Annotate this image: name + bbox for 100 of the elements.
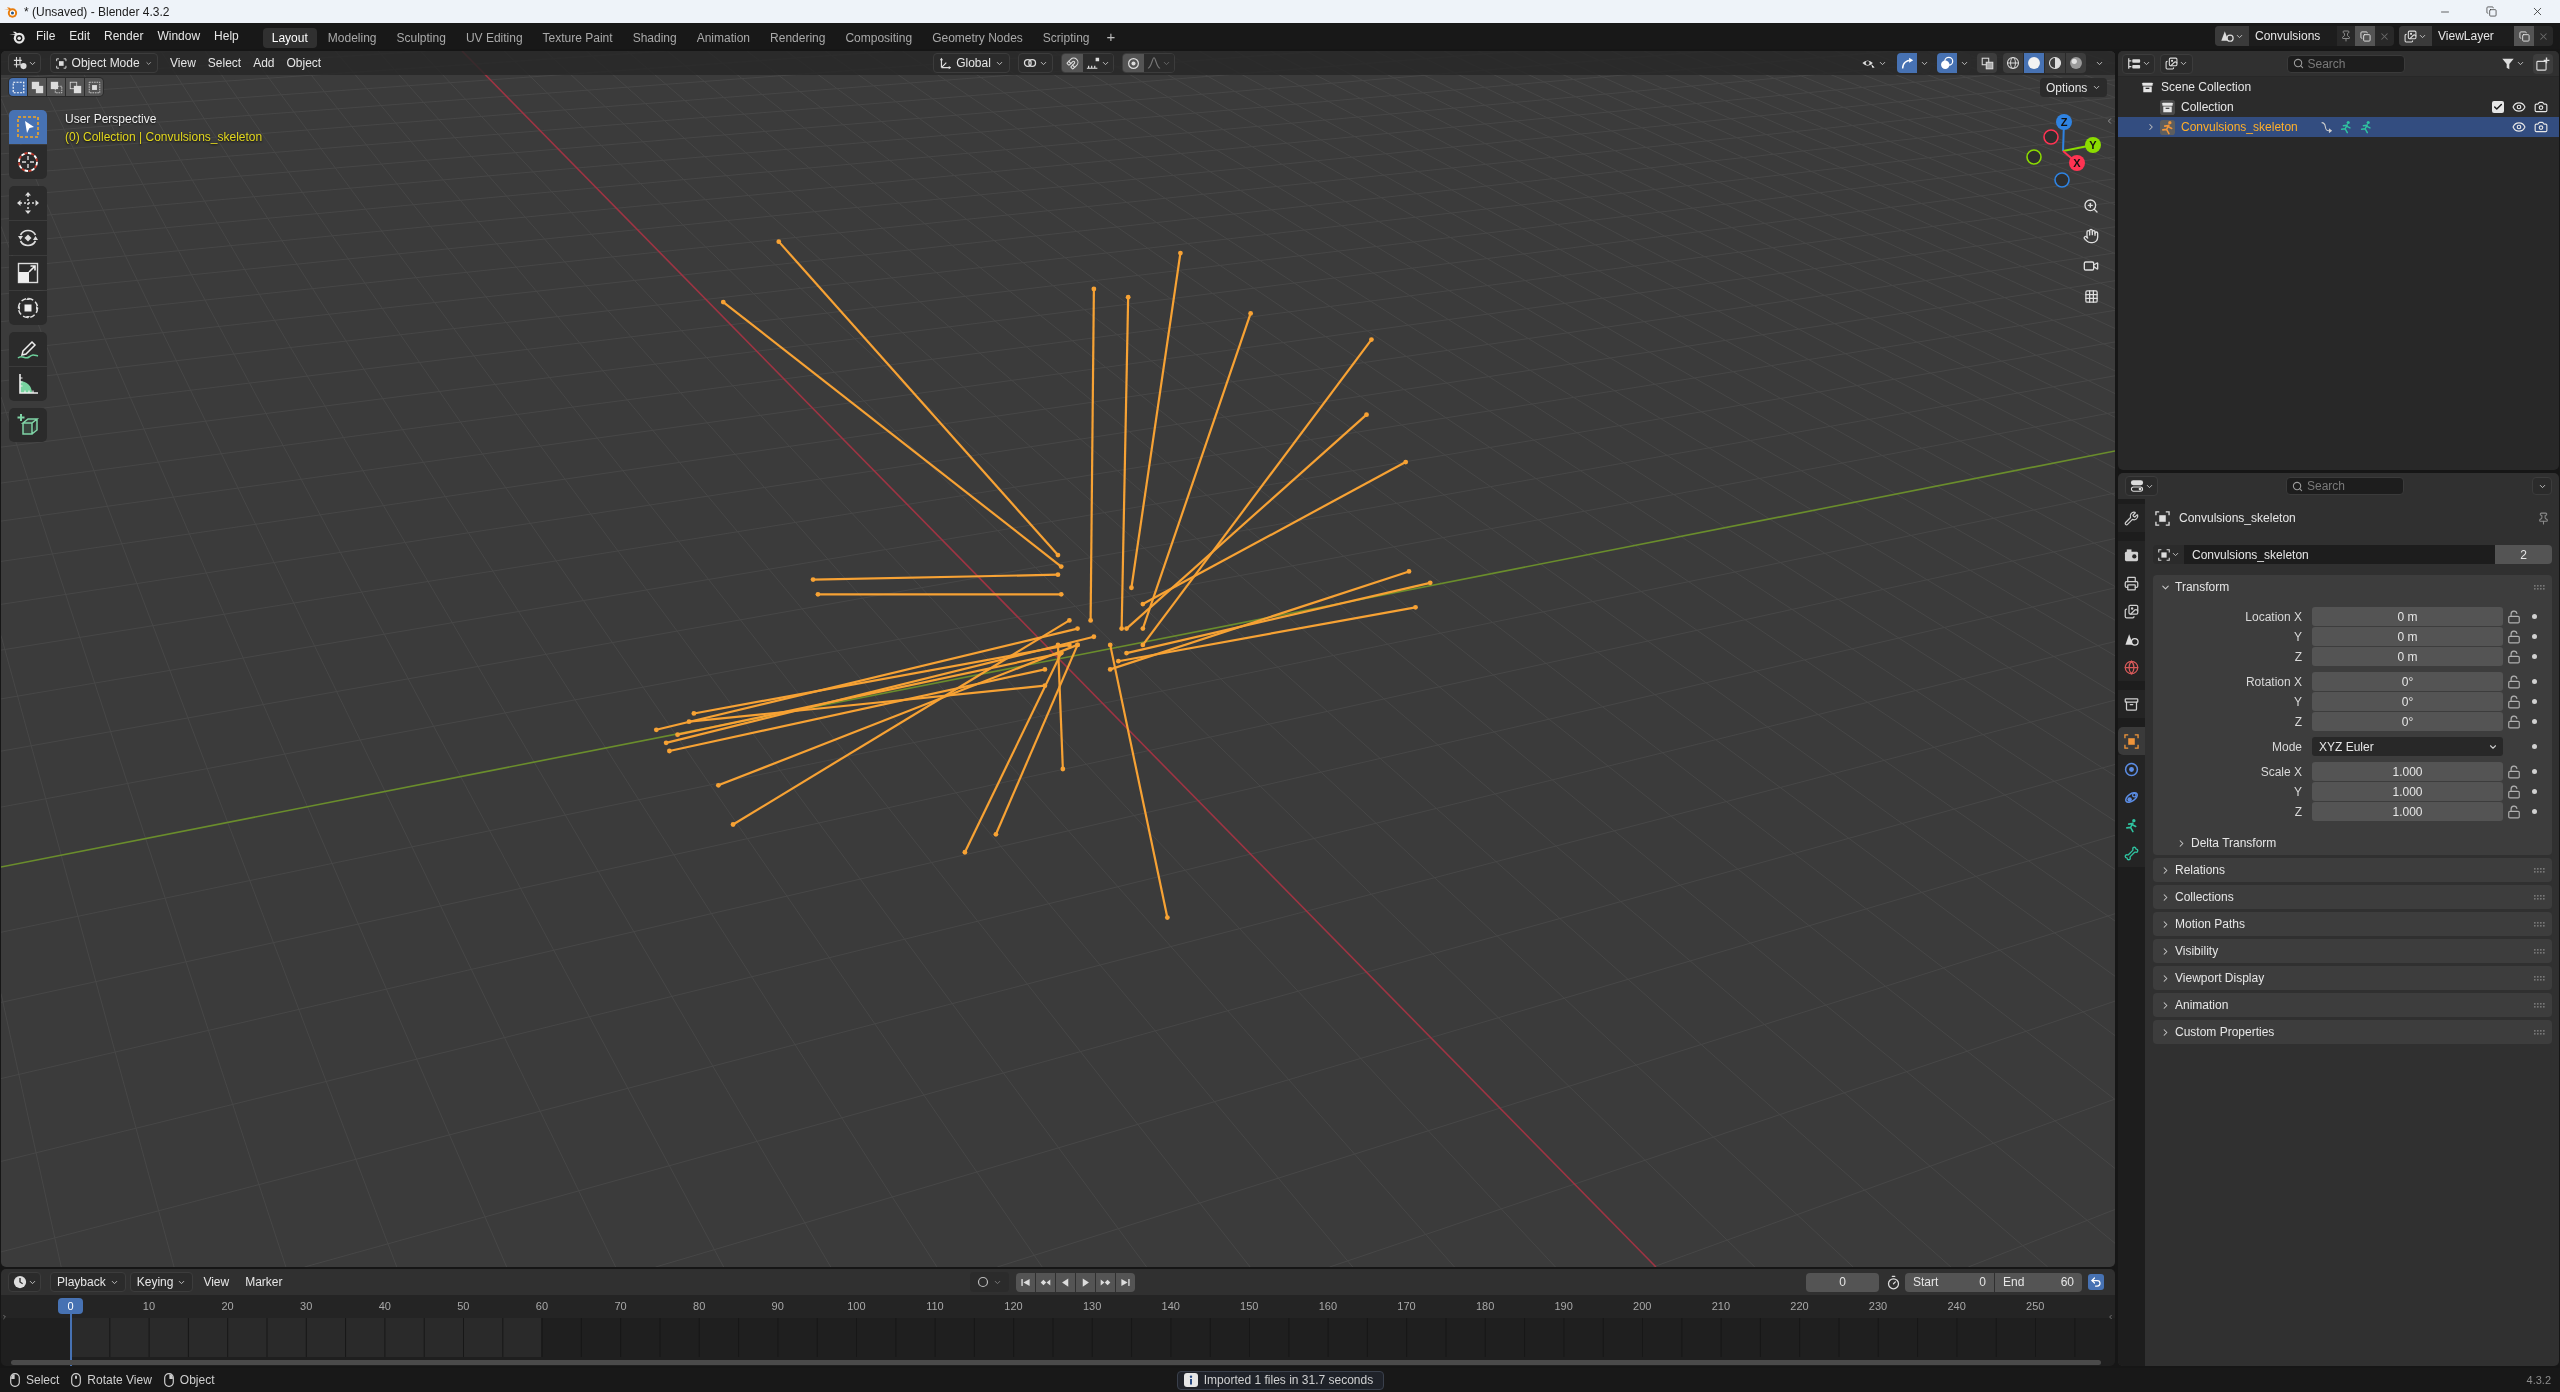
end-frame-field[interactable]: End 60 bbox=[1995, 1272, 2082, 1292]
search-field[interactable]: Search bbox=[2286, 54, 2405, 73]
search-field[interactable]: Search bbox=[2286, 477, 2404, 495]
properties-tab[interactable] bbox=[2118, 690, 2145, 718]
editor-type-button[interactable] bbox=[2122, 53, 2155, 74]
negative-axis-handle[interactable] bbox=[2026, 149, 2042, 165]
mode-dropdown[interactable]: Object Mode bbox=[50, 53, 158, 73]
workspace-tab[interactable]: Layout bbox=[262, 27, 317, 48]
dropdown-field[interactable]: XYZ Euler bbox=[2312, 737, 2503, 756]
datablock-name-field[interactable]: Convulsions_skeleton bbox=[2184, 545, 2495, 564]
next-keyframe-button[interactable] bbox=[1096, 1272, 1115, 1292]
tool-button[interactable] bbox=[9, 186, 47, 220]
view-layer-name-field[interactable]: ViewLayer bbox=[2432, 26, 2514, 46]
selection-mode-button[interactable] bbox=[66, 78, 84, 96]
auto-keying-button[interactable] bbox=[970, 1272, 1009, 1292]
panel-header[interactable]: Motion Paths bbox=[2153, 912, 2552, 936]
start-frame-field[interactable]: Start 0 bbox=[1905, 1272, 1994, 1292]
view-layer-selector-button[interactable] bbox=[2399, 26, 2432, 46]
grid-icon[interactable] bbox=[2083, 288, 2099, 304]
play-button[interactable] bbox=[1076, 1272, 1095, 1292]
camera-icon[interactable] bbox=[2534, 120, 2548, 134]
jump-to-end-button[interactable] bbox=[1116, 1272, 1135, 1292]
stopwatch-icon[interactable] bbox=[1886, 1274, 1901, 1290]
workspace-tab[interactable]: Compositing bbox=[836, 27, 922, 48]
tool-button[interactable] bbox=[9, 408, 47, 442]
current-frame-field[interactable]: 0 bbox=[1806, 1272, 1879, 1292]
dropdown-menu[interactable]: Playback bbox=[50, 1272, 126, 1292]
selection-mode-button[interactable] bbox=[28, 78, 46, 96]
xray-toggle[interactable] bbox=[1977, 53, 1997, 73]
workspace-tab[interactable]: Geometry Nodes bbox=[923, 27, 1032, 48]
shading-mode-button[interactable] bbox=[2045, 53, 2065, 73]
padlock-icon[interactable] bbox=[2507, 609, 2521, 624]
menu-item[interactable]: Add bbox=[247, 54, 281, 72]
toggle-button[interactable] bbox=[2088, 1274, 2104, 1290]
number-field[interactable]: 0° bbox=[2312, 672, 2503, 691]
add-workspace-button[interactable]: + bbox=[1106, 26, 1116, 49]
selection-mode-button[interactable] bbox=[85, 78, 103, 96]
menu-item[interactable]: Select bbox=[201, 54, 248, 72]
menu-item[interactable]: Edit bbox=[62, 27, 98, 45]
workspace-tab[interactable]: Modeling bbox=[318, 27, 386, 48]
panel-header[interactable]: Collections bbox=[2153, 885, 2552, 909]
padlock-icon[interactable] bbox=[2507, 714, 2521, 729]
properties-tab[interactable] bbox=[2118, 755, 2145, 783]
panel-header[interactable]: Viewport Display bbox=[2153, 966, 2552, 990]
overlays-toggle[interactable] bbox=[1937, 53, 1957, 73]
number-field[interactable]: 1.000 bbox=[2312, 802, 2503, 821]
pin-icon[interactable] bbox=[2537, 511, 2550, 525]
menu-item[interactable]: Render bbox=[97, 27, 151, 45]
menu-item[interactable]: File bbox=[29, 27, 63, 45]
tool-button[interactable] bbox=[9, 291, 47, 325]
padlock-icon[interactable] bbox=[2507, 674, 2521, 689]
shading-mode-button[interactable] bbox=[2024, 53, 2044, 73]
selection-mode-button[interactable] bbox=[9, 78, 27, 96]
properties-tab[interactable] bbox=[2118, 541, 2145, 569]
number-field[interactable]: 0 m bbox=[2312, 647, 2503, 666]
hand-icon[interactable] bbox=[2083, 228, 2099, 244]
number-field[interactable]: 0° bbox=[2312, 712, 2503, 731]
panel-header[interactable]: Relations bbox=[2153, 858, 2552, 882]
workspace-tab[interactable]: Animation bbox=[687, 27, 760, 48]
include-checkbox[interactable] bbox=[2492, 101, 2504, 113]
number-field[interactable]: 0 m bbox=[2312, 627, 2503, 646]
eye-icon[interactable] bbox=[2512, 120, 2526, 134]
padlock-icon[interactable] bbox=[2507, 764, 2521, 779]
axis-handle[interactable]: Y bbox=[2062, 137, 2101, 153]
snap-toggle[interactable] bbox=[1061, 54, 1083, 72]
timeline-scrollbar[interactable] bbox=[11, 1360, 2101, 1365]
panel-header[interactable]: Custom Properties bbox=[2153, 1020, 2552, 1044]
number-field[interactable]: 0 m bbox=[2312, 607, 2503, 626]
tool-button[interactable] bbox=[9, 332, 47, 366]
camera-icon[interactable] bbox=[2534, 100, 2548, 114]
video-camera-icon[interactable] bbox=[2083, 258, 2099, 274]
padlock-icon[interactable] bbox=[2507, 784, 2521, 799]
number-field[interactable]: 1.000 bbox=[2312, 782, 2503, 801]
tool-button[interactable] bbox=[9, 367, 47, 401]
properties-tab[interactable] bbox=[2118, 504, 2145, 532]
panel-header[interactable]: Transform bbox=[2153, 575, 2552, 599]
editor-type-button[interactable] bbox=[2125, 476, 2158, 496]
panel-header[interactable]: Visibility bbox=[2153, 939, 2552, 963]
tool-button[interactable] bbox=[9, 221, 47, 255]
workspace-tab[interactable]: Scripting bbox=[1033, 27, 1099, 48]
padlock-icon[interactable] bbox=[2507, 804, 2521, 819]
padlock-icon[interactable] bbox=[2507, 694, 2521, 709]
subpanel-header[interactable]: Delta Transform bbox=[2153, 833, 2552, 853]
pivot-dropdown[interactable] bbox=[1017, 53, 1053, 73]
play-reverse-button[interactable] bbox=[1056, 1272, 1075, 1292]
user-count-field[interactable]: 2 bbox=[2495, 545, 2552, 564]
axis-handle[interactable]: Z bbox=[2056, 114, 2072, 152]
menu-item[interactable]: Help bbox=[207, 27, 246, 45]
menu-item[interactable]: Window bbox=[150, 27, 208, 45]
workspace-tab[interactable]: Rendering bbox=[761, 27, 835, 48]
datablock-browse-button[interactable] bbox=[2153, 545, 2184, 564]
negative-axis-handle[interactable] bbox=[2054, 172, 2070, 188]
workspace-tab[interactable]: Shading bbox=[623, 27, 686, 48]
menu-item[interactable]: Marker bbox=[239, 1273, 289, 1291]
workspace-tab[interactable]: Sculpting bbox=[387, 27, 455, 48]
scene-selector-button[interactable] bbox=[2215, 26, 2249, 46]
new-view-layer-button[interactable] bbox=[2514, 26, 2534, 46]
workspace-tab[interactable]: Texture Paint bbox=[533, 27, 622, 48]
orientation-dropdown[interactable]: Global bbox=[933, 53, 1010, 73]
dropdown-menu[interactable]: Keying bbox=[129, 1272, 194, 1292]
